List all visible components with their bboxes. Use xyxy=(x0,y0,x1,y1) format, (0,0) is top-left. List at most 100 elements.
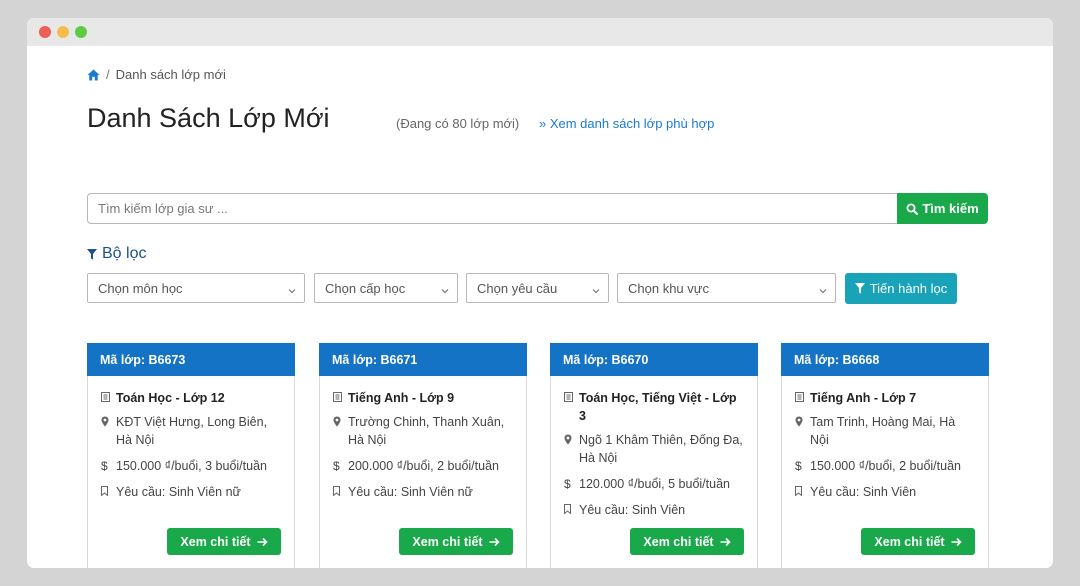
arrow-right-icon xyxy=(720,537,731,547)
class-requirement-row: Yêu cầu: Sinh Viên xyxy=(795,483,976,501)
class-requirement-row: Yêu cầu: Sinh Viên nữ xyxy=(101,483,282,501)
grade-select[interactable]: Chọn cấp học xyxy=(314,273,458,303)
filter-icon xyxy=(87,248,97,260)
requirement-select-value: Chọn yêu cầu xyxy=(477,280,558,296)
class-requirement: Yêu cầu: Sinh Viên xyxy=(810,485,917,499)
class-card: Mã lớp: B6670 Toán Học, Tiếng Việt - Lớp… xyxy=(550,343,758,568)
search-icon xyxy=(906,203,919,215)
class-subject-row: Tiếng Anh - Lớp 9 xyxy=(333,389,514,407)
page-title: Danh Sách Lớp Mới xyxy=(87,103,330,133)
view-details-button[interactable]: Xem chi tiết xyxy=(630,528,744,555)
class-fee: 120.000 ₫/buổi, 5 buổi/tuần xyxy=(579,477,730,491)
book-icon xyxy=(564,389,578,402)
dollar-icon: $ xyxy=(333,459,340,473)
dollar-icon: $ xyxy=(564,477,571,491)
map-marker-icon xyxy=(333,413,347,427)
filter-heading: Bộ lọc xyxy=(87,245,146,263)
maximize-window-dot[interactable] xyxy=(75,26,87,38)
class-requirement: Yêu cầu: Sinh Viên nữ xyxy=(116,485,241,499)
search-button-label: Tìm kiếm xyxy=(922,201,979,216)
view-details-label: Xem chi tiết xyxy=(643,534,714,549)
class-count-note: (Đang có 80 lớp mới) xyxy=(396,116,520,131)
class-requirement-row: Yêu cầu: Sinh Viên xyxy=(564,501,745,519)
search-bar: Tìm kiếm xyxy=(87,193,988,224)
view-details-button[interactable]: Xem chi tiết xyxy=(399,528,513,555)
window-titlebar xyxy=(27,18,1053,46)
view-details-button[interactable]: Xem chi tiết xyxy=(861,528,975,555)
chevron-down-icon xyxy=(288,283,296,298)
class-subject-row: Toán Học - Lớp 12 xyxy=(101,389,282,407)
class-code: Mã lớp: B6673 xyxy=(87,343,295,376)
search-button[interactable]: Tìm kiếm xyxy=(897,193,988,224)
map-marker-icon xyxy=(795,413,809,427)
dollar-icon: $ xyxy=(795,459,802,473)
bookmark-icon xyxy=(333,483,347,496)
class-subject: Toán Học, Tiếng Việt - Lớp 3 xyxy=(579,391,737,423)
filter-icon xyxy=(854,283,865,294)
book-icon xyxy=(795,389,809,402)
browser-window: / Danh sách lớp mới Danh Sách Lớp Mới (Đ… xyxy=(27,18,1053,568)
requirement-select[interactable]: Chọn yêu cầu xyxy=(466,273,609,303)
book-icon xyxy=(333,389,347,402)
arrow-right-icon xyxy=(257,537,268,547)
bookmark-icon xyxy=(795,483,809,496)
class-code: Mã lớp: B6668 xyxy=(781,343,989,376)
breadcrumb-separator: / xyxy=(106,67,110,82)
view-details-label: Xem chi tiết xyxy=(180,534,251,549)
book-icon xyxy=(101,389,115,402)
breadcrumb-current: Danh sách lớp mới xyxy=(115,67,226,82)
chevron-down-icon xyxy=(592,283,600,298)
class-fee-row: $ 120.000 ₫/buổi, 5 buổi/tuần xyxy=(564,475,745,493)
grade-select-value: Chọn cấp học xyxy=(325,280,406,296)
subject-select-value: Chọn môn học xyxy=(98,280,183,296)
view-details-label: Xem chi tiết xyxy=(874,534,945,549)
class-requirement: Yêu cầu: Sinh Viên nữ xyxy=(348,485,473,499)
breadcrumb: / Danh sách lớp mới xyxy=(87,67,226,82)
view-details-button[interactable]: Xem chi tiết xyxy=(167,528,281,555)
class-subject: Tiếng Anh - Lớp 7 xyxy=(810,391,917,405)
class-card: Mã lớp: B6668 Tiếng Anh - Lớp 7 Tam Trin… xyxy=(781,343,989,568)
dollar-icon: $ xyxy=(101,459,108,473)
class-card: Mã lớp: B6673 Toán Học - Lớp 12 KĐT Việt… xyxy=(87,343,295,568)
apply-filter-label: Tiến hành lọc xyxy=(869,281,948,296)
class-fee-row: $ 200.000 ₫/buổi, 2 buổi/tuần xyxy=(333,457,514,475)
apply-filter-button[interactable]: Tiến hành lọc xyxy=(845,273,957,304)
chevron-down-icon xyxy=(819,283,827,298)
class-address-row: KĐT Việt Hưng, Long Biên, Hà Nội xyxy=(101,413,282,449)
class-card: Mã lớp: B6671 Tiếng Anh - Lớp 9 Trường C… xyxy=(319,343,527,568)
page-content: / Danh sách lớp mới Danh Sách Lớp Mới (Đ… xyxy=(27,46,1053,568)
class-subject: Tiếng Anh - Lớp 9 xyxy=(348,391,455,405)
class-fee: 150.000 ₫/buổi, 3 buổi/tuần xyxy=(116,459,267,473)
class-fee: 200.000 ₫/buổi, 2 buổi/tuần xyxy=(348,459,499,473)
arrow-right-icon xyxy=(951,537,962,547)
class-fee: 150.000 ₫/buổi, 2 buổi/tuần xyxy=(810,459,961,473)
class-subject-row: Toán Học, Tiếng Việt - Lớp 3 xyxy=(564,389,745,425)
class-fee-row: $ 150.000 ₫/buổi, 2 buổi/tuần xyxy=(795,457,976,475)
filter-title: Bộ lọc xyxy=(102,245,147,262)
chevron-down-icon xyxy=(441,283,449,298)
class-address: Trường Chinh, Thanh Xuân, Hà Nội xyxy=(348,415,505,447)
class-subject: Toán Học - Lớp 12 xyxy=(116,391,225,405)
class-address-row: Tam Trinh, Hoàng Mai, Hà Nội xyxy=(795,413,976,449)
arrow-right-icon xyxy=(489,537,500,547)
class-address: KĐT Việt Hưng, Long Biên, Hà Nội xyxy=(116,415,268,447)
map-marker-icon xyxy=(101,413,115,427)
map-marker-icon xyxy=(564,431,578,445)
minimize-window-dot[interactable] xyxy=(57,26,69,38)
bookmark-icon xyxy=(101,483,115,496)
class-address-row: Trường Chinh, Thanh Xuân, Hà Nội xyxy=(333,413,514,449)
area-select[interactable]: Chọn khu vực xyxy=(617,273,836,303)
close-window-dot[interactable] xyxy=(39,26,51,38)
class-subject-row: Tiếng Anh - Lớp 7 xyxy=(795,389,976,407)
class-requirement-row: Yêu cầu: Sinh Viên nữ xyxy=(333,483,514,501)
class-requirement: Yêu cầu: Sinh Viên xyxy=(579,503,686,517)
home-icon[interactable] xyxy=(87,69,100,81)
subject-select[interactable]: Chọn môn học xyxy=(87,273,305,303)
view-details-label: Xem chi tiết xyxy=(412,534,483,549)
class-address: Ngõ 1 Khâm Thiên, Đống Đa, Hà Nội xyxy=(579,433,743,465)
class-fee-row: $ 150.000 ₫/buổi, 3 buổi/tuần xyxy=(101,457,282,475)
search-input[interactable] xyxy=(87,193,897,224)
bookmark-icon xyxy=(564,501,578,514)
matching-classes-link[interactable]: » Xem danh sách lớp phù hợp xyxy=(539,116,714,131)
class-address: Tam Trinh, Hoàng Mai, Hà Nội xyxy=(810,415,956,447)
